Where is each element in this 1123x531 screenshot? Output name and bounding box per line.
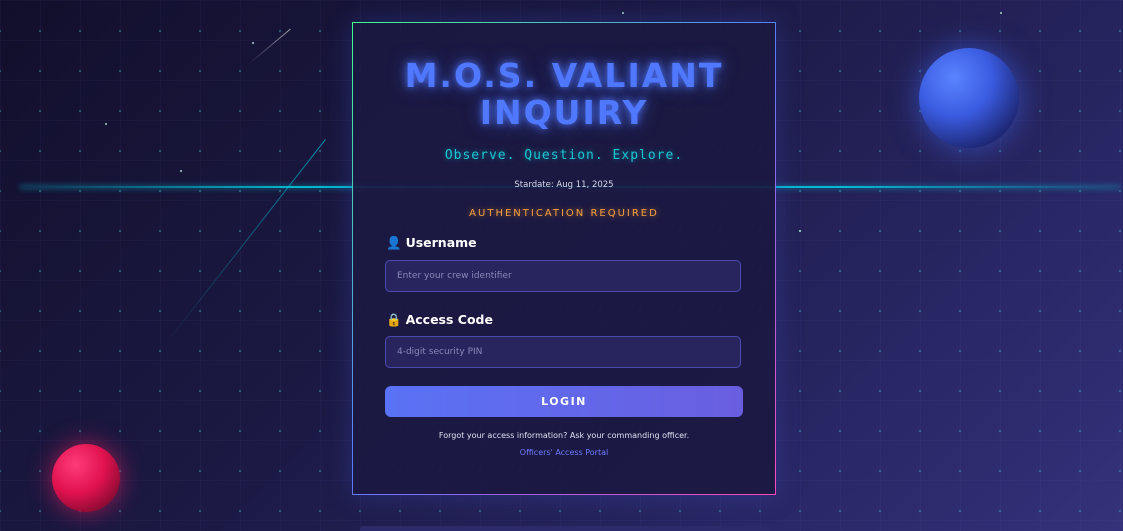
- bottom-panel-edge: [360, 526, 770, 531]
- username-label: 👤 Username: [386, 235, 477, 251]
- blue-planet: [919, 48, 1019, 148]
- access-code-label-text: Access Code: [405, 312, 493, 327]
- star: [799, 230, 801, 232]
- red-planet: [52, 444, 120, 512]
- officers-portal-link[interactable]: Officers' Access Portal: [353, 448, 775, 457]
- lock-icon: 🔒: [386, 312, 402, 327]
- star: [1000, 12, 1002, 14]
- forgot-text: Forgot your access information? Ask your…: [438, 431, 690, 440]
- star: [622, 12, 624, 14]
- star: [180, 170, 182, 172]
- access-code-input[interactable]: [385, 336, 741, 368]
- stardate: Stardate: Aug 11, 2025: [514, 180, 614, 190]
- username-label-text: Username: [405, 235, 477, 250]
- login-button[interactable]: LOGIN: [385, 386, 743, 417]
- access-code-label: 🔒 Access Code: [386, 312, 493, 328]
- star: [105, 123, 107, 125]
- login-card: M.O.S. VALIANT INQUIRY Observe. Question…: [352, 22, 776, 495]
- star: [252, 42, 254, 44]
- username-input[interactable]: [385, 260, 741, 292]
- motto: Observe. Question. Explore.: [444, 148, 684, 163]
- page-title: M.O.S. VALIANT INQUIRY: [404, 56, 724, 132]
- user-icon: 👤: [386, 235, 402, 250]
- auth-notice: AUTHENTICATION REQUIRED: [469, 208, 659, 219]
